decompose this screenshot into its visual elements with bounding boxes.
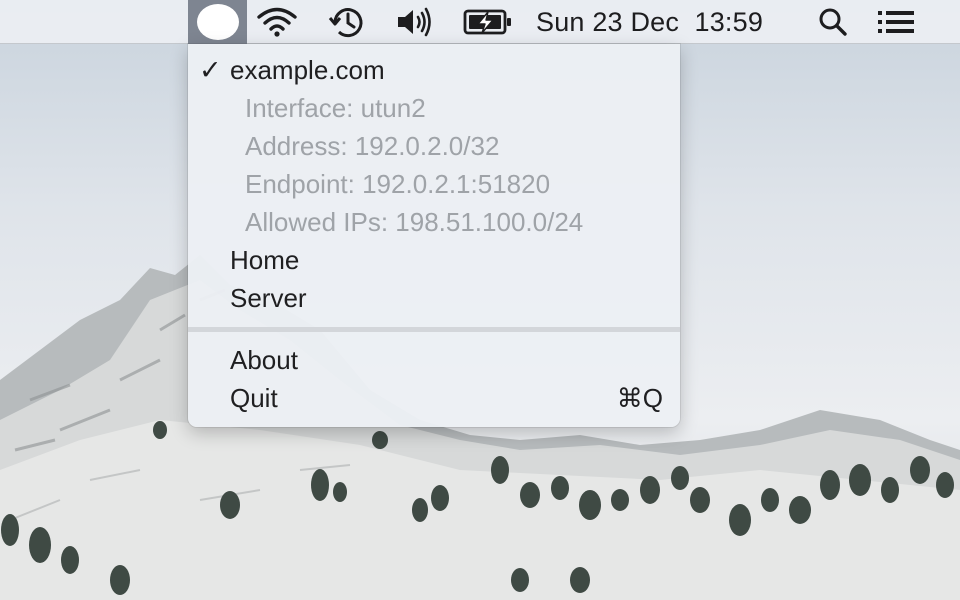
notification-center-button[interactable]: [874, 0, 918, 44]
tunnel-allowed-ips-detail: Allowed IPs: 198.51.100.0/24: [188, 203, 680, 241]
tunnel-interface-detail: Interface: utun2: [188, 89, 680, 127]
battery-status-item[interactable]: [460, 0, 516, 44]
app-status-item[interactable]: [188, 0, 247, 44]
wifi-icon: [257, 7, 297, 37]
menu-item-quit[interactable]: Quit ⌘Q: [188, 379, 680, 417]
battery-charging-icon: [463, 9, 511, 35]
clock-status-item[interactable]: Sun 23 Dec 13:59: [536, 0, 782, 44]
interface-label: Interface: utun2: [245, 93, 426, 123]
tunnel-endpoint-detail: Endpoint: 192.0.2.1:51820: [188, 165, 680, 203]
time-machine-icon: [328, 8, 363, 38]
quit-shortcut-label: ⌘Q: [616, 383, 663, 413]
volume-status-item[interactable]: [393, 0, 435, 44]
menu-item-tunnel-example[interactable]: ✓ example.com: [188, 51, 680, 89]
menu-item-about[interactable]: About: [188, 341, 680, 379]
allowed-ips-label: Allowed IPs: 198.51.100.0/24: [245, 207, 584, 237]
white-circle-icon: [196, 4, 239, 40]
menu-bar: Sun 23 Dec 13:59: [0, 0, 960, 44]
clock-text: Sun 23 Dec 13:59: [536, 6, 764, 37]
wifi-status-item[interactable]: [254, 0, 300, 44]
time-machine-status-item[interactable]: [324, 0, 370, 44]
menu-item-label: Server: [230, 283, 307, 313]
address-label: Address: 192.0.2.0/32: [245, 131, 500, 161]
tunnel-address-detail: Address: 192.0.2.0/32: [188, 127, 680, 165]
search-icon: [819, 8, 847, 36]
menu-item-tunnel-server[interactable]: Server: [188, 279, 680, 317]
status-item-menu: ✓ example.com Interface: utun2 Address: …: [188, 44, 680, 427]
spotlight-button[interactable]: [813, 0, 853, 44]
menu-item-label: Home: [230, 245, 300, 275]
speaker-volume-icon: [398, 7, 431, 37]
menu-item-tunnel-home[interactable]: Home: [188, 241, 680, 279]
menu-separator: [188, 327, 680, 332]
checkmark-icon: ✓: [199, 55, 222, 85]
menu-item-label: About: [230, 345, 298, 375]
endpoint-label: Endpoint: 192.0.2.1:51820: [245, 169, 551, 199]
menu-item-label: Quit: [230, 383, 278, 413]
list-icon: [878, 11, 914, 33]
tunnel-name-label: example.com: [230, 55, 385, 85]
